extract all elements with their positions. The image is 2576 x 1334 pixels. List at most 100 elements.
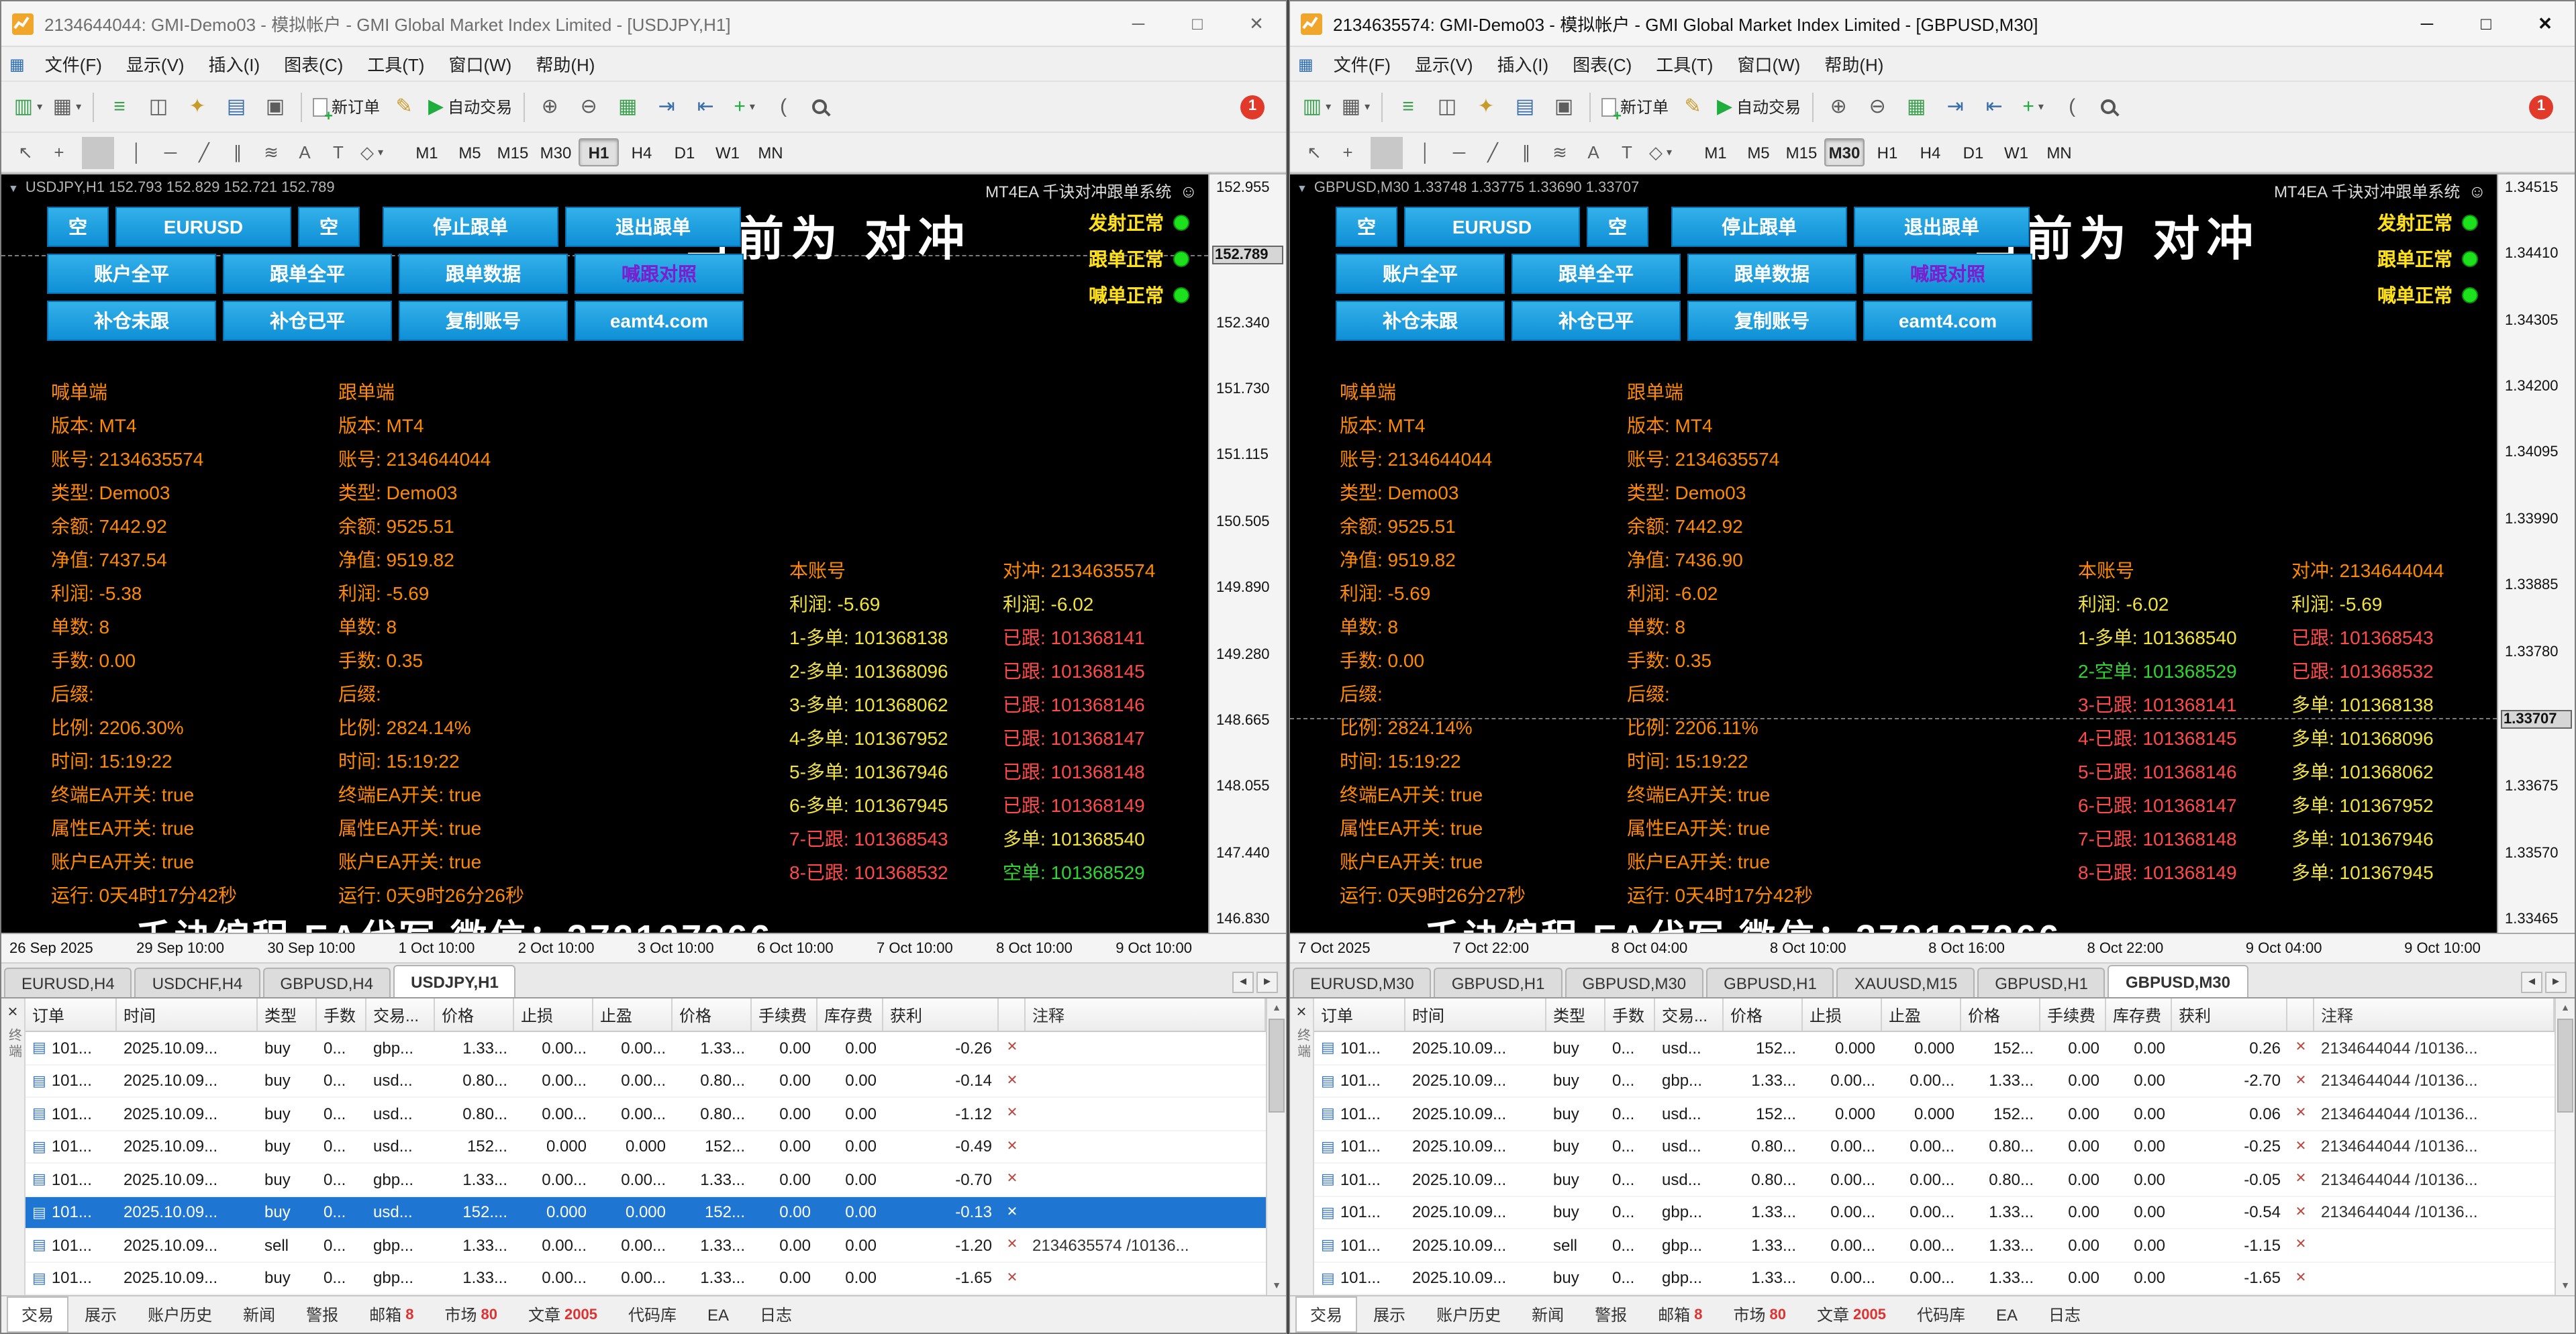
ea-button[interactable]: 补仓已平 <box>1512 301 1681 341</box>
terminal-tab[interactable]: 交易 <box>1295 1296 1357 1333</box>
ea-button[interactable]: eamt4.com <box>1863 301 2032 341</box>
terminal-tab[interactable]: EA <box>1981 1298 2032 1331</box>
indicators-icon[interactable]: + ▾ <box>726 88 763 125</box>
column-header[interactable]: 止损 <box>514 998 593 1031</box>
label-icon[interactable]: T <box>322 136 354 168</box>
terminal-icon[interactable]: ▤ <box>1506 88 1544 125</box>
timeframe-button[interactable]: M30 <box>1824 138 1865 166</box>
close-order-icon[interactable]: ✕ <box>2287 1172 2314 1187</box>
trendline-icon[interactable]: ╱ <box>188 136 220 168</box>
menu-item[interactable]: 文件(F) <box>1322 46 1403 82</box>
menu-item[interactable]: 插入(I) <box>1485 46 1561 82</box>
terminal-tab[interactable]: 账户历史 <box>133 1296 227 1333</box>
order-row[interactable]: ▤101... 2025.10.09... buy 0... usd... 15… <box>1314 1032 2555 1065</box>
metaeditor-icon[interactable]: ✎ <box>1674 88 1712 125</box>
close-icon[interactable]: ✕ <box>1227 1 1286 46</box>
minimize-icon[interactable]: ─ <box>2397 1 2457 46</box>
column-header[interactable]: 手续费 <box>2040 998 2106 1031</box>
crosshair-icon[interactable]: + <box>43 136 75 168</box>
column-header[interactable]: 订单 <box>26 998 117 1031</box>
timeframe-button[interactable]: M5 <box>1738 138 1779 166</box>
chart-shift-icon[interactable]: ⇤ <box>1975 88 2013 125</box>
close-order-icon[interactable]: ✕ <box>999 1271 1026 1286</box>
maximize-icon[interactable]: □ <box>1168 1 1227 46</box>
profiles-icon[interactable]: ▦ ▾ <box>48 88 86 125</box>
shapes-icon[interactable]: ◇ ▾ <box>356 136 388 168</box>
terminal-tab[interactable]: 日志 <box>745 1296 807 1333</box>
zoom-in-icon[interactable]: ⊕ <box>1820 88 1857 125</box>
scrollbar-thumb[interactable] <box>1269 1019 1285 1113</box>
tabs-scroll-right-icon[interactable]: ▸ <box>1256 971 1278 992</box>
chart-shift-icon[interactable]: ⇤ <box>687 88 724 125</box>
terminal-tab[interactable]: 新闻 <box>1517 1296 1579 1333</box>
order-row[interactable]: ▤101... 2025.10.09... buy 0... usd... 15… <box>26 1131 1266 1164</box>
column-header[interactable]: 注释 <box>1026 998 1266 1031</box>
chart-tab[interactable]: XAUUSD,M15 <box>1837 968 1975 997</box>
ea-button[interactable]: 空 <box>47 207 109 247</box>
order-row[interactable]: ▤101... 2025.10.09... buy 0... usd... 0.… <box>26 1098 1266 1131</box>
metaeditor-icon[interactable]: ✎ <box>385 88 423 125</box>
toolbar-separator[interactable] <box>523 92 524 121</box>
close-icon[interactable]: ✕ <box>2516 1 2575 46</box>
new-order-button[interactable]: 新订单 <box>309 88 384 125</box>
timeframe-button[interactable]: M30 <box>536 138 576 166</box>
horizontal-line-icon[interactable]: ─ <box>1443 136 1475 168</box>
terminal-tab[interactable]: 文章 2005 <box>513 1296 612 1333</box>
toolbar-separator[interactable] <box>1381 92 1383 121</box>
close-order-icon[interactable]: ✕ <box>999 1172 1026 1187</box>
ea-button[interactable]: 喊跟对照 <box>1863 254 2032 294</box>
column-header[interactable]: 止盈 <box>1882 998 1961 1031</box>
terminal-tab[interactable]: 市场 80 <box>430 1296 512 1333</box>
scroll-down-icon[interactable]: ▼ <box>1267 1276 1286 1295</box>
terminal-tab[interactable]: 新闻 <box>228 1296 290 1333</box>
column-header[interactable]: 类型 <box>1546 998 1605 1031</box>
search-icon[interactable] <box>2092 88 2130 125</box>
column-header[interactable]: 获利 <box>2172 998 2287 1031</box>
toolbar-separator[interactable] <box>1371 136 1403 168</box>
menu-item[interactable]: 帮助(H) <box>1812 46 1895 82</box>
menu-item[interactable]: 文件(F) <box>33 46 114 82</box>
menu-item[interactable]: 显示(V) <box>114 46 197 82</box>
chart-window-icon[interactable]: ▦ <box>1298 54 1314 73</box>
close-order-icon[interactable]: ✕ <box>999 1074 1026 1088</box>
menu-item[interactable]: 图表(C) <box>1561 46 1644 82</box>
ea-button[interactable]: 跟单数据 <box>399 254 568 294</box>
ea-button[interactable]: 复制账号 <box>399 301 568 341</box>
chart-tab[interactable]: USDJPY,H1 <box>393 965 516 997</box>
chart-tab[interactable]: EURUSD,H4 <box>4 968 132 997</box>
close-order-icon[interactable]: ✕ <box>2287 1041 2314 1056</box>
timeframe-button[interactable]: M1 <box>1695 138 1736 166</box>
titlebar[interactable]: 2134635574: GMI-Demo03 - 模拟帐户 - GMI Glob… <box>1290 1 2575 47</box>
ea-button[interactable]: 空 <box>298 207 360 247</box>
alerts-badge[interactable]: 1 <box>1240 95 1265 119</box>
close-order-icon[interactable]: ✕ <box>2287 1271 2314 1286</box>
terminal-tab[interactable]: 交易 <box>7 1296 68 1333</box>
terminal-tab[interactable]: 警报 <box>291 1296 353 1333</box>
chart-tab[interactable]: GBPUSD,H4 <box>262 968 391 997</box>
scrollbar-thumb[interactable] <box>2557 1019 2573 1113</box>
new-order-button[interactable]: 新订单 <box>1597 88 1673 125</box>
timeframe-button[interactable]: D1 <box>1953 138 1993 166</box>
chart-tab[interactable]: GBPUSD,H1 <box>1434 968 1563 997</box>
menu-item[interactable]: 工具(T) <box>355 46 436 82</box>
timeframe-button[interactable]: H4 <box>1910 138 1950 166</box>
auto-scroll-icon[interactable]: ⇥ <box>1936 88 1974 125</box>
ea-button[interactable]: 喊跟对照 <box>575 254 744 294</box>
chart-tab[interactable]: GBPUSD,M30 <box>1565 968 1703 997</box>
tile-windows-icon[interactable]: ▦ <box>1897 88 1935 125</box>
timeframe-button[interactable]: M1 <box>407 138 447 166</box>
chart-tab[interactable]: EURUSD,M30 <box>1293 968 1432 997</box>
cursor-icon[interactable]: ↖ <box>9 136 42 168</box>
ea-button[interactable]: 停止跟单 <box>1671 207 1847 247</box>
column-header[interactable] <box>999 998 1026 1031</box>
column-header[interactable]: 交易... <box>1655 998 1724 1031</box>
menu-item[interactable]: 帮助(H) <box>524 46 607 82</box>
column-header[interactable]: 类型 <box>258 998 317 1031</box>
panel-close-icon[interactable]: × <box>7 1003 17 1020</box>
order-row[interactable]: ▤101... 2025.10.09... buy 0... gbp... 1.… <box>26 1164 1266 1196</box>
trendline-icon[interactable]: ╱ <box>1477 136 1509 168</box>
column-header[interactable]: 时间 <box>117 998 258 1031</box>
vertical-line-icon[interactable]: │ <box>1409 136 1442 168</box>
minimize-icon[interactable]: ─ <box>1109 1 1168 46</box>
strategy-tester-icon[interactable]: ▣ <box>1545 88 1583 125</box>
